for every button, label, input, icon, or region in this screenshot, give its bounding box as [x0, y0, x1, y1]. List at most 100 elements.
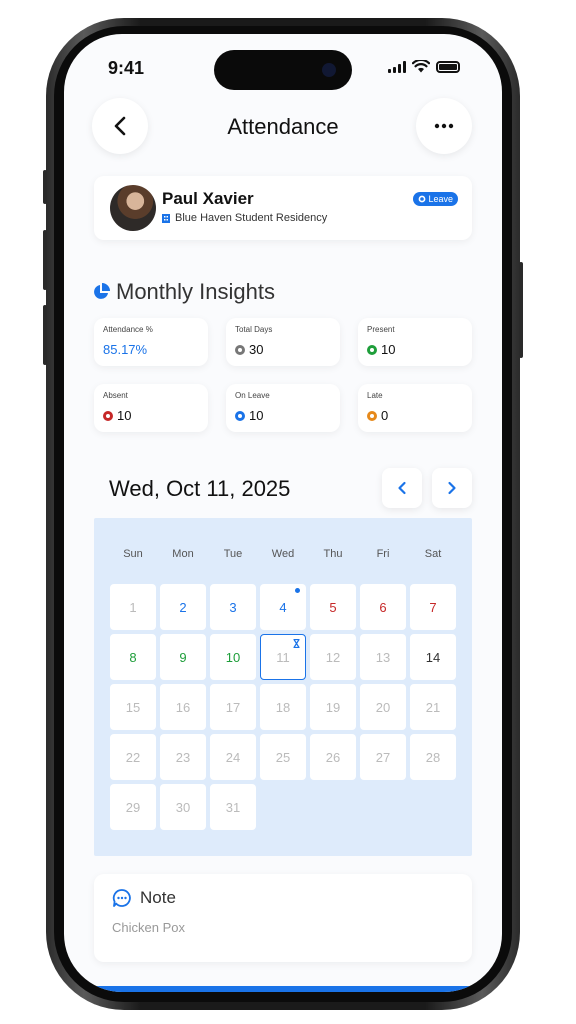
- stat-total-days: Total Days 30: [226, 318, 340, 366]
- battery-icon: [436, 60, 460, 73]
- calendar-day-22[interactable]: 22: [110, 734, 156, 780]
- weekday-label: Tue: [223, 548, 243, 560]
- day-number: 30: [175, 799, 191, 815]
- calendar-day-10[interactable]: 10: [210, 634, 256, 680]
- calendar-day-11[interactable]: 11: [260, 634, 306, 680]
- next-month-button[interactable]: [432, 468, 472, 508]
- calendar-day-3[interactable]: 3: [210, 584, 256, 630]
- leave-dot-icon: [419, 195, 426, 203]
- stat-label: Present: [367, 325, 395, 334]
- wifi-icon: [412, 60, 430, 73]
- calendar-day-15[interactable]: 15: [110, 684, 156, 730]
- day-number: 16: [175, 699, 191, 715]
- selected-date: Wed, Oct 11, 2025: [109, 476, 291, 501]
- note-title: Note: [112, 888, 176, 908]
- day-number: 3: [229, 599, 237, 615]
- stat-value: 10: [103, 408, 131, 423]
- day-number: 20: [375, 699, 391, 715]
- day-number: 10: [225, 649, 241, 665]
- stat-value: 10: [367, 342, 395, 357]
- stat-label: Late: [367, 391, 383, 400]
- stat-value: 30: [235, 342, 263, 357]
- stat-label: Total Days: [235, 325, 273, 334]
- day-number: 26: [325, 749, 341, 765]
- day-number: 29: [125, 799, 141, 815]
- profile-name: Paul Xavier: [162, 189, 254, 208]
- status-badge: Leave: [413, 192, 458, 206]
- calendar-day-1[interactable]: 1: [110, 584, 156, 630]
- calendar-day-29[interactable]: 29: [110, 784, 156, 830]
- calendar-day-14[interactable]: 14: [410, 634, 456, 680]
- building-icon: [162, 213, 170, 223]
- day-number: 12: [325, 649, 341, 665]
- pie-chart-icon: [94, 283, 110, 299]
- app-screen: 9:41 Attendance Paul Xavier Blue Haven S…: [64, 34, 502, 992]
- calendar-day-28[interactable]: 28: [410, 734, 456, 780]
- calendar-day-26[interactable]: 26: [310, 734, 356, 780]
- side-button-vol-up: [43, 230, 47, 290]
- status-dot-icon: [367, 344, 377, 355]
- weekday-label: Fri: [376, 548, 390, 560]
- dynamic-island: [214, 50, 352, 90]
- calendar-day-18[interactable]: 18: [260, 684, 306, 730]
- hourglass-icon: [293, 639, 300, 648]
- calendar-day-19[interactable]: 19: [310, 684, 356, 730]
- day-number: 15: [125, 699, 141, 715]
- weekday-label: Thu: [323, 548, 343, 560]
- day-number: 2: [179, 599, 187, 615]
- weekday-label: Sun: [123, 548, 143, 560]
- prev-month-button[interactable]: [382, 468, 422, 508]
- status-dot-icon: [235, 410, 245, 421]
- day-number: 28: [425, 749, 441, 765]
- status-dot-icon: [235, 344, 245, 355]
- weekday-row: Sun Mon Tue Wed Thu Fri Sat: [110, 548, 456, 560]
- stat-value: 0: [367, 408, 388, 423]
- side-button-mute: [43, 170, 47, 204]
- day-number: 11: [276, 649, 290, 665]
- calendar-day-24[interactable]: 24: [210, 734, 256, 780]
- calendar-day-31[interactable]: 31: [210, 784, 256, 830]
- stat-present: Present 10: [358, 318, 472, 366]
- calendar-day-25[interactable]: 25: [260, 734, 306, 780]
- calendar-day-12[interactable]: 12: [310, 634, 356, 680]
- calendar-day-5[interactable]: 5: [310, 584, 356, 630]
- side-button-power: [519, 262, 523, 358]
- calendar-day-4[interactable]: 4: [260, 584, 306, 630]
- calendar-day-27[interactable]: 27: [360, 734, 406, 780]
- more-horizontal-icon: [434, 123, 454, 129]
- calendar-day-23[interactable]: 23: [160, 734, 206, 780]
- insights-title: Monthly Insights: [92, 279, 275, 305]
- chevron-right-icon: [448, 481, 456, 495]
- signal-icon: [388, 60, 406, 73]
- chevron-left-icon: [398, 481, 406, 495]
- calendar-day-13[interactable]: 13: [360, 634, 406, 680]
- status-badge-label: Leave: [428, 194, 453, 204]
- day-number: 21: [425, 699, 441, 715]
- calendar-day-8[interactable]: 8: [110, 634, 156, 680]
- calendar-day-30[interactable]: 30: [160, 784, 206, 830]
- status-dot-icon: [103, 410, 113, 421]
- calendar-day-17[interactable]: 17: [210, 684, 256, 730]
- insights-title-text: Monthly Insights: [116, 279, 275, 304]
- calendar-day-20[interactable]: 20: [360, 684, 406, 730]
- more-options-button[interactable]: [416, 98, 472, 154]
- calendar-day-2[interactable]: 2: [160, 584, 206, 630]
- calendar-day-16[interactable]: 16: [160, 684, 206, 730]
- day-number: 25: [275, 749, 291, 765]
- stat-label: Absent: [103, 391, 128, 400]
- stat-absent: Absent 10: [94, 384, 208, 432]
- day-number: 5: [329, 599, 337, 615]
- day-number: 8: [129, 649, 137, 665]
- stat-on-leave: On Leave 10: [226, 384, 340, 432]
- calendar-day-7[interactable]: 7: [410, 584, 456, 630]
- calendar-day-6[interactable]: 6: [360, 584, 406, 630]
- day-number: 23: [175, 749, 191, 765]
- profile-card[interactable]: Paul Xavier Blue Haven Student Residency…: [94, 176, 472, 240]
- day-number: 17: [225, 699, 241, 715]
- calendar-day-9[interactable]: 9: [160, 634, 206, 680]
- calendar-grid: 1 2 3 4 5 6 7 8 9 10 11 12 13 14 15 16 17 18 19 20 21 22 23 24 2…: [110, 584, 456, 830]
- weekday-label: Mon: [172, 548, 194, 560]
- side-button-vol-down: [43, 305, 47, 365]
- calendar-day-21[interactable]: 21: [410, 684, 456, 730]
- note-body: Chicken Pox: [112, 920, 185, 935]
